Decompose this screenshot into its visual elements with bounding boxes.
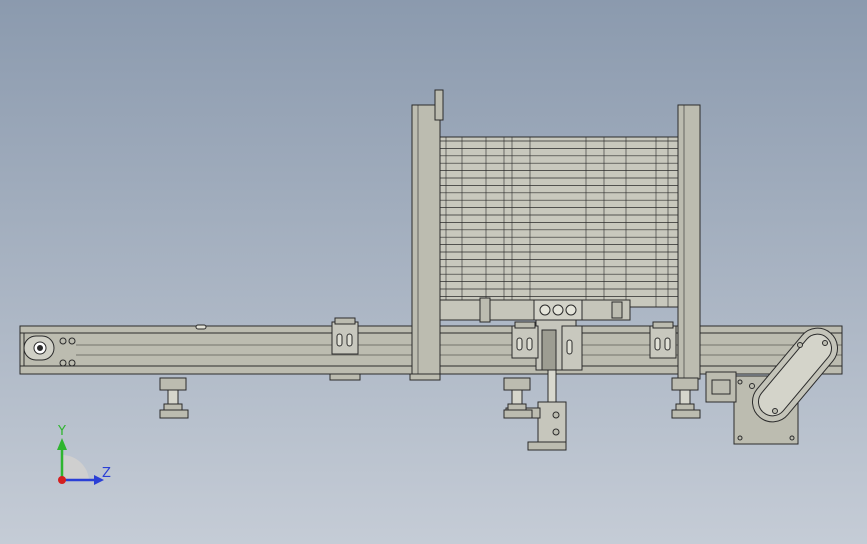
y-axis-label: Y — [58, 424, 66, 439]
z-axis-label: Z — [102, 466, 111, 481]
support-foot — [503, 377, 533, 419]
coordinate-triad — [57, 438, 104, 485]
slot — [195, 324, 207, 330]
cad-viewport[interactable]: Y Z — [0, 0, 867, 544]
clamp-bracket — [511, 321, 539, 359]
clamp-bracket — [331, 317, 359, 355]
clamp-bracket — [561, 325, 583, 371]
rail-mount-block — [409, 373, 441, 381]
support-foot — [671, 377, 701, 419]
conveyor-assembly-drawing — [19, 89, 843, 485]
rail-mount-block — [329, 373, 361, 381]
support-foot — [159, 377, 189, 419]
clamp-bracket — [649, 321, 677, 359]
